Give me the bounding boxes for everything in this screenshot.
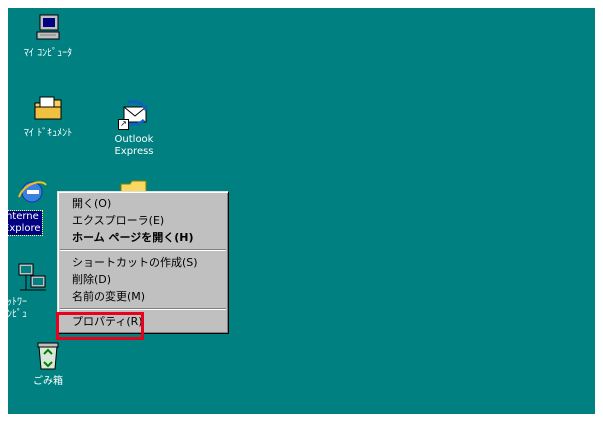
network-icon — [16, 261, 48, 293]
internet-explorer-icon — [16, 175, 48, 207]
menu-item-open-home-page[interactable]: ホーム ページを開く(H) — [58, 229, 228, 246]
recycle-bin-shortcut[interactable]: ごみ箱 — [8, 340, 88, 388]
my-computer-icon — [32, 12, 64, 44]
outlook-express-shortcut[interactable]: ↗ Outlook Express — [94, 98, 174, 158]
properties-highlight-box — [56, 312, 144, 340]
shortcut-arrow-icon: ↗ — [118, 119, 129, 130]
my-computer-shortcut[interactable]: ﾏｲ ｺﾝﾋﾟｭｰﾀ — [8, 12, 88, 60]
outlook-express-label: Outlook Express — [114, 134, 154, 157]
menu-separator — [60, 249, 226, 251]
my-computer-label: ﾏｲ ｺﾝﾋﾟｭｰﾀ — [23, 48, 73, 59]
menu-item-explore[interactable]: エクスプローラ(E) — [58, 212, 228, 229]
my-documents-shortcut[interactable]: ﾏｲ ﾄﾞｷｭﾒﾝﾄ — [8, 92, 88, 140]
recycle-bin-label: ごみ箱 — [33, 376, 63, 387]
my-documents-icon — [32, 92, 64, 124]
menu-item-delete[interactable]: 削除(D) — [58, 271, 228, 288]
my-documents-label: ﾏｲ ﾄﾞｷｭﾒﾝﾄ — [23, 128, 73, 139]
outlook-express-icon: ↗ — [118, 98, 150, 130]
menu-item-rename[interactable]: 名前の変更(M) — [58, 288, 228, 305]
menu-item-open[interactable]: 開く(O) — [58, 195, 228, 212]
recycle-bin-icon — [32, 340, 64, 372]
menu-item-create-shortcut[interactable]: ショートカットの作成(S) — [58, 254, 228, 271]
internet-explorer-label: Interne Explore — [8, 210, 43, 236]
menu-separator — [60, 308, 226, 310]
